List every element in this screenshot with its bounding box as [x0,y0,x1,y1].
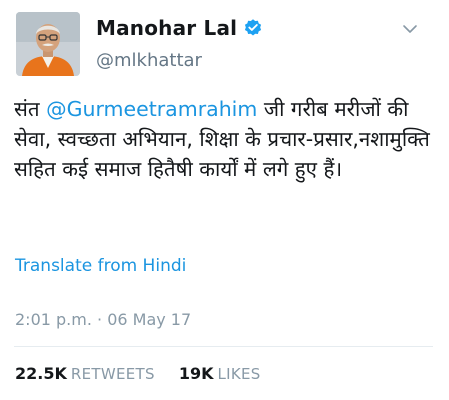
mention-link[interactable]: @Gurmeetramrahim [46,97,257,121]
author-display-name[interactable]: Manohar Lal [96,16,237,40]
tweet-text-prefix: संत [14,97,47,121]
divider [14,346,433,347]
profile-photo-icon [16,12,80,76]
engagement-stats: 22.5K RETWEETS 19K LIKES [15,364,285,383]
chevron-down-icon[interactable] [402,20,418,33]
retweets-label: RETWEETS [70,365,155,383]
likes-stat[interactable]: 19K LIKES [179,364,261,383]
verified-badge-icon [243,18,263,38]
likes-label: LIKES [217,365,261,383]
tweet-timestamp[interactable]: 2:01 p.m. · 06 May 17 [15,310,191,329]
likes-count: 19K [178,364,214,383]
author-name-row[interactable]: Manohar Lal [96,16,263,40]
retweets-count: 22.5K [15,364,67,383]
avatar[interactable] [16,12,80,76]
translate-link[interactable]: Translate from Hindi [15,256,186,276]
tweet-card: Manohar Lal @mlkhattar संत @Gurmeetramra… [0,0,449,400]
tweet-text: संत @Gurmeetramrahim जी गरीब मरीजों की स… [14,94,436,184]
author-handle[interactable]: @mlkhattar [96,50,202,71]
retweets-stat[interactable]: 22.5K RETWEETS [15,364,155,383]
